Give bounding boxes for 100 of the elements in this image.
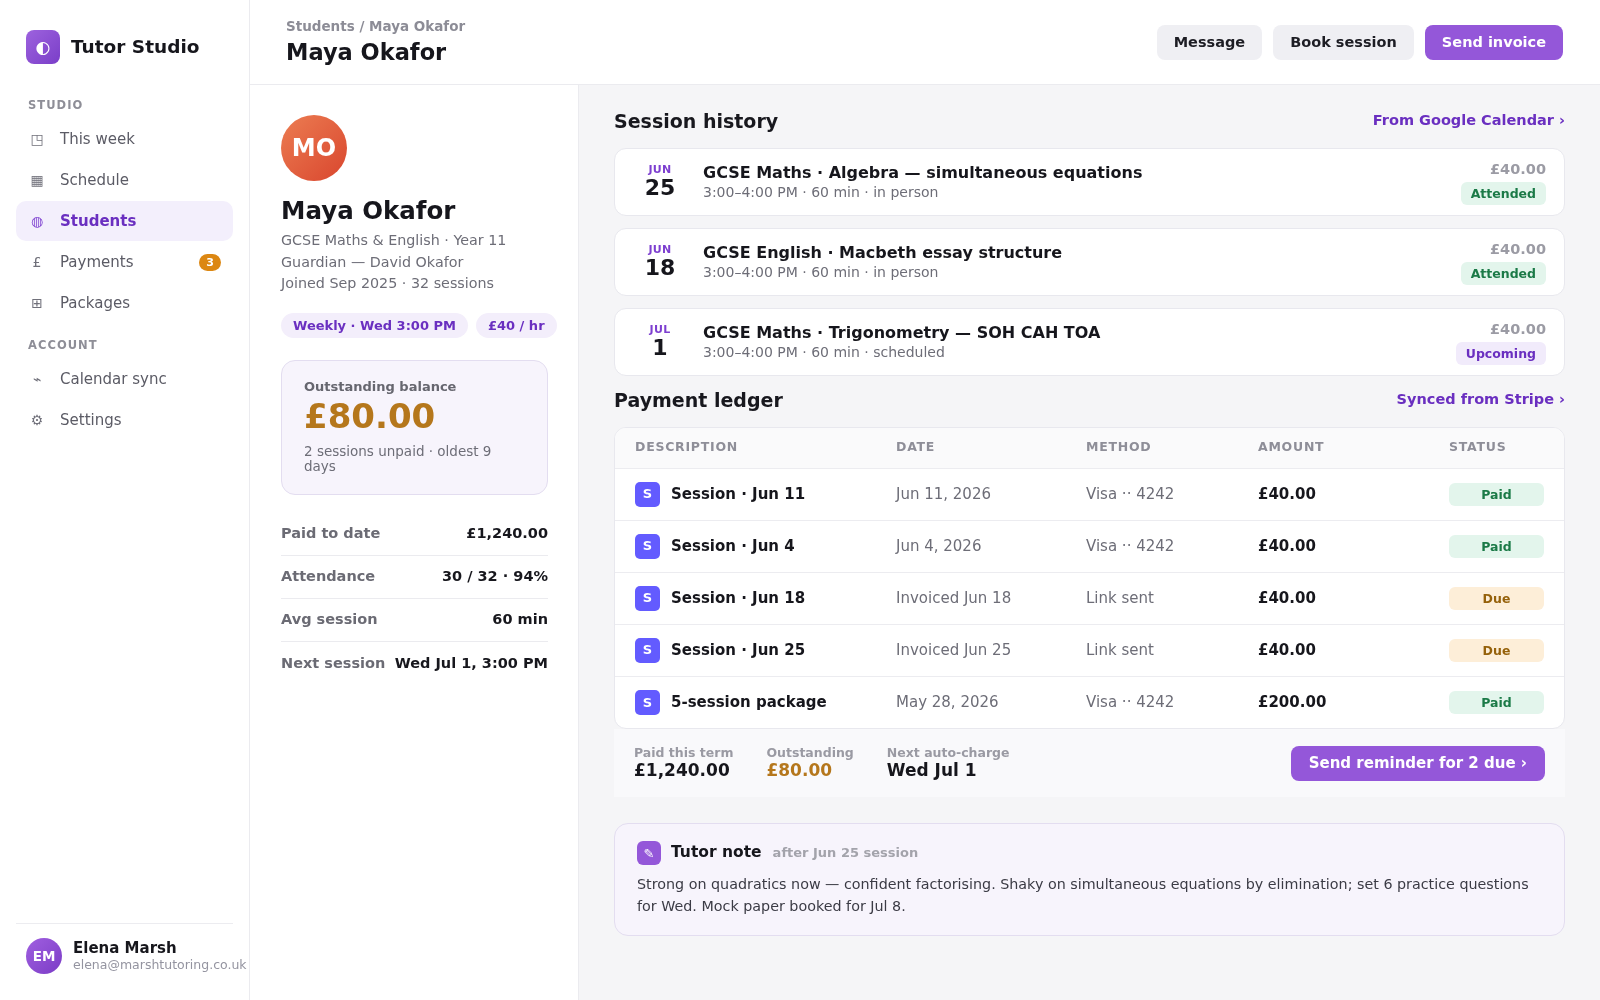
student-detail: Guardian — David Okafor: [281, 252, 465, 272]
section-title: Session history: [614, 109, 779, 133]
summary-label: Next auto-charge: [886, 745, 1010, 760]
session-month: JUL: [648, 324, 672, 336]
letter-s-icon: S: [635, 533, 660, 559]
session-price: £40.00: [1490, 159, 1546, 178]
stat-value: £1,240.00: [466, 524, 548, 544]
status-badge: Attended: [1460, 261, 1546, 285]
payment-description: Session · Jun 25: [671, 639, 806, 661]
note-title: Tutor note: [671, 842, 762, 864]
summary-value: £80.00: [766, 760, 834, 781]
summary-value: Wed Jul 1: [886, 760, 978, 781]
column-header: STATUS: [1429, 428, 1564, 468]
payment-date: Jun 11, 2026: [876, 468, 1066, 520]
sidebar-item[interactable]: £ Payments 3: [16, 242, 233, 282]
session-title: GCSE Maths · Trigonometry — SOH CAH TOA: [703, 323, 1102, 343]
user-email: elena@marshtutoring.co.uk: [73, 957, 247, 973]
letter-s-icon: S: [635, 585, 660, 611]
section-link[interactable]: Synced from Stripe ›: [1396, 389, 1565, 411]
session-day: 1: [639, 336, 681, 360]
section-heading: ACCOUNT: [27, 338, 98, 352]
payment-description: 5-session package: [671, 692, 827, 713]
sidebar-item[interactable]: ⊞ Packages: [16, 283, 233, 323]
gear-icon: ⚙: [28, 413, 46, 427]
session-meta: 3:00–4:00 PM · 60 min · in person: [703, 263, 940, 281]
stat-label: Paid to date: [281, 524, 381, 544]
session-card[interactable]: JUL 1 GCSE Maths · Trigonometry — SOH CAH TOA 3:00–4:00 PM · 60 min · scheduled £40.00 Upcoming: [614, 308, 1565, 376]
session-day: 18: [639, 256, 681, 280]
zigzag-icon: ⌁: [28, 372, 46, 386]
session-card[interactable]: JUN 25 GCSE Maths · Algebra — simultaneous equations 3:00–4:00 PM · 60 min · in person £40.00 Attended: [614, 148, 1565, 216]
plus-square-icon: ⊞: [28, 296, 46, 310]
section-link[interactable]: From Google Calendar ›: [1372, 110, 1565, 132]
status-badge: Paid: [1449, 534, 1544, 558]
logo-icon: ◐: [26, 30, 60, 64]
payment-method: Visa ·· 4242: [1066, 520, 1238, 572]
payment-date: Invoiced Jun 18: [876, 572, 1066, 624]
brand-name: Tutor Studio: [71, 35, 200, 60]
summary-label: Outstanding: [766, 745, 854, 760]
count-badge: 3: [199, 253, 221, 271]
status-badge: Attended: [1460, 181, 1546, 205]
session-card[interactable]: JUN 18 GCSE English · Macbeth essay structure 3:00–4:00 PM · 60 min · in person £40.00 Attended: [614, 228, 1565, 296]
stat-label: Attendance: [281, 567, 376, 587]
payment-description: Session · Jun 11: [671, 483, 806, 505]
status-badge: Upcoming: [1455, 341, 1546, 365]
action-button[interactable]: Send invoice: [1424, 24, 1563, 60]
sidebar-item[interactable]: ▦ Schedule: [16, 160, 233, 200]
info-tag: £40 / hr: [475, 313, 557, 339]
status-badge: Due: [1449, 586, 1544, 610]
pound-sign-icon: £: [28, 255, 46, 269]
pencil-icon: ✎: [637, 841, 661, 865]
info-tag: Weekly · Wed 3:00 PM: [281, 313, 468, 339]
session-price: £40.00: [1490, 319, 1546, 338]
balance-note: 2 sessions unpaid · oldest 9 days: [304, 444, 493, 475]
payment-date: Invoiced Jun 25: [876, 624, 1066, 676]
balance-amount: £80.00: [304, 396, 437, 437]
payment-method: Visa ·· 4242: [1066, 676, 1238, 728]
grid-icon: ▦: [28, 173, 46, 187]
session-meta: 3:00–4:00 PM · 60 min · scheduled: [703, 343, 946, 361]
status-badge: Due: [1449, 638, 1544, 662]
payment-amount: £200.00: [1238, 676, 1429, 728]
stat-value: 30 / 32 · 94%: [441, 567, 548, 587]
breadcrumb: Students / Maya Okafor: [286, 18, 466, 35]
column-header: AMOUNT: [1238, 428, 1429, 468]
stat-label: Avg session: [281, 610, 378, 630]
sidebar-item[interactable]: ◍ Students: [16, 201, 233, 241]
page-title: Maya Okafor: [286, 38, 448, 66]
note-subtitle: after Jun 25 session: [772, 844, 919, 863]
reminder-button[interactable]: Send reminder for 2 due ›: [1290, 745, 1545, 781]
sidebar-item[interactable]: ⚙ Settings: [16, 400, 233, 440]
sidebar-item[interactable]: ⌁ Calendar sync: [16, 359, 233, 399]
stat-value: 60 min: [492, 610, 548, 630]
section-title: Payment ledger: [614, 388, 783, 412]
student-name: Maya Okafor: [281, 196, 457, 226]
summary-label: Paid this term: [634, 745, 734, 760]
session-title: GCSE Maths · Algebra — simultaneous equations: [703, 163, 1144, 183]
user-avatar: EM: [26, 938, 62, 974]
session-price: £40.00: [1490, 239, 1546, 258]
payment-method: Link sent: [1066, 572, 1238, 624]
payment-amount: £40.00: [1238, 572, 1429, 624]
payment-method: Visa ·· 4242: [1066, 468, 1238, 520]
payment-date: Jun 4, 2026: [876, 520, 1066, 572]
action-button[interactable]: Book session: [1273, 24, 1414, 60]
sidebar-item[interactable]: ◳ This week: [16, 119, 233, 159]
column-header: DATE: [876, 428, 1066, 468]
user-name: Elena Marsh: [73, 939, 177, 957]
action-button[interactable]: Message: [1156, 24, 1263, 60]
session-meta: 3:00–4:00 PM · 60 min · in person: [703, 183, 940, 201]
session-day: 25: [639, 176, 681, 200]
status-badge: Paid: [1449, 482, 1544, 506]
payment-amount: £40.00: [1238, 520, 1429, 572]
student-detail: GCSE Maths & English · Year 11: [281, 231, 508, 250]
balance-label: Outstanding balance: [304, 379, 458, 396]
column-header: METHOD: [1066, 428, 1238, 468]
summary-value: £1,240.00: [634, 760, 731, 781]
payment-description: Session · Jun 4: [671, 535, 795, 557]
square-quadrant-icon: ◳: [28, 132, 46, 146]
session-month: JUN: [647, 164, 673, 176]
striped-circle-icon: ◍: [28, 214, 46, 228]
note-text: Strong on quadratics now — confident factorising. Shaky on simultaneous equations by elimination; set 6 practice questions for Wed. Mock paper booked for Jul 8.: [637, 875, 1530, 916]
session-title: GCSE English · Macbeth essay structure: [703, 243, 1064, 263]
